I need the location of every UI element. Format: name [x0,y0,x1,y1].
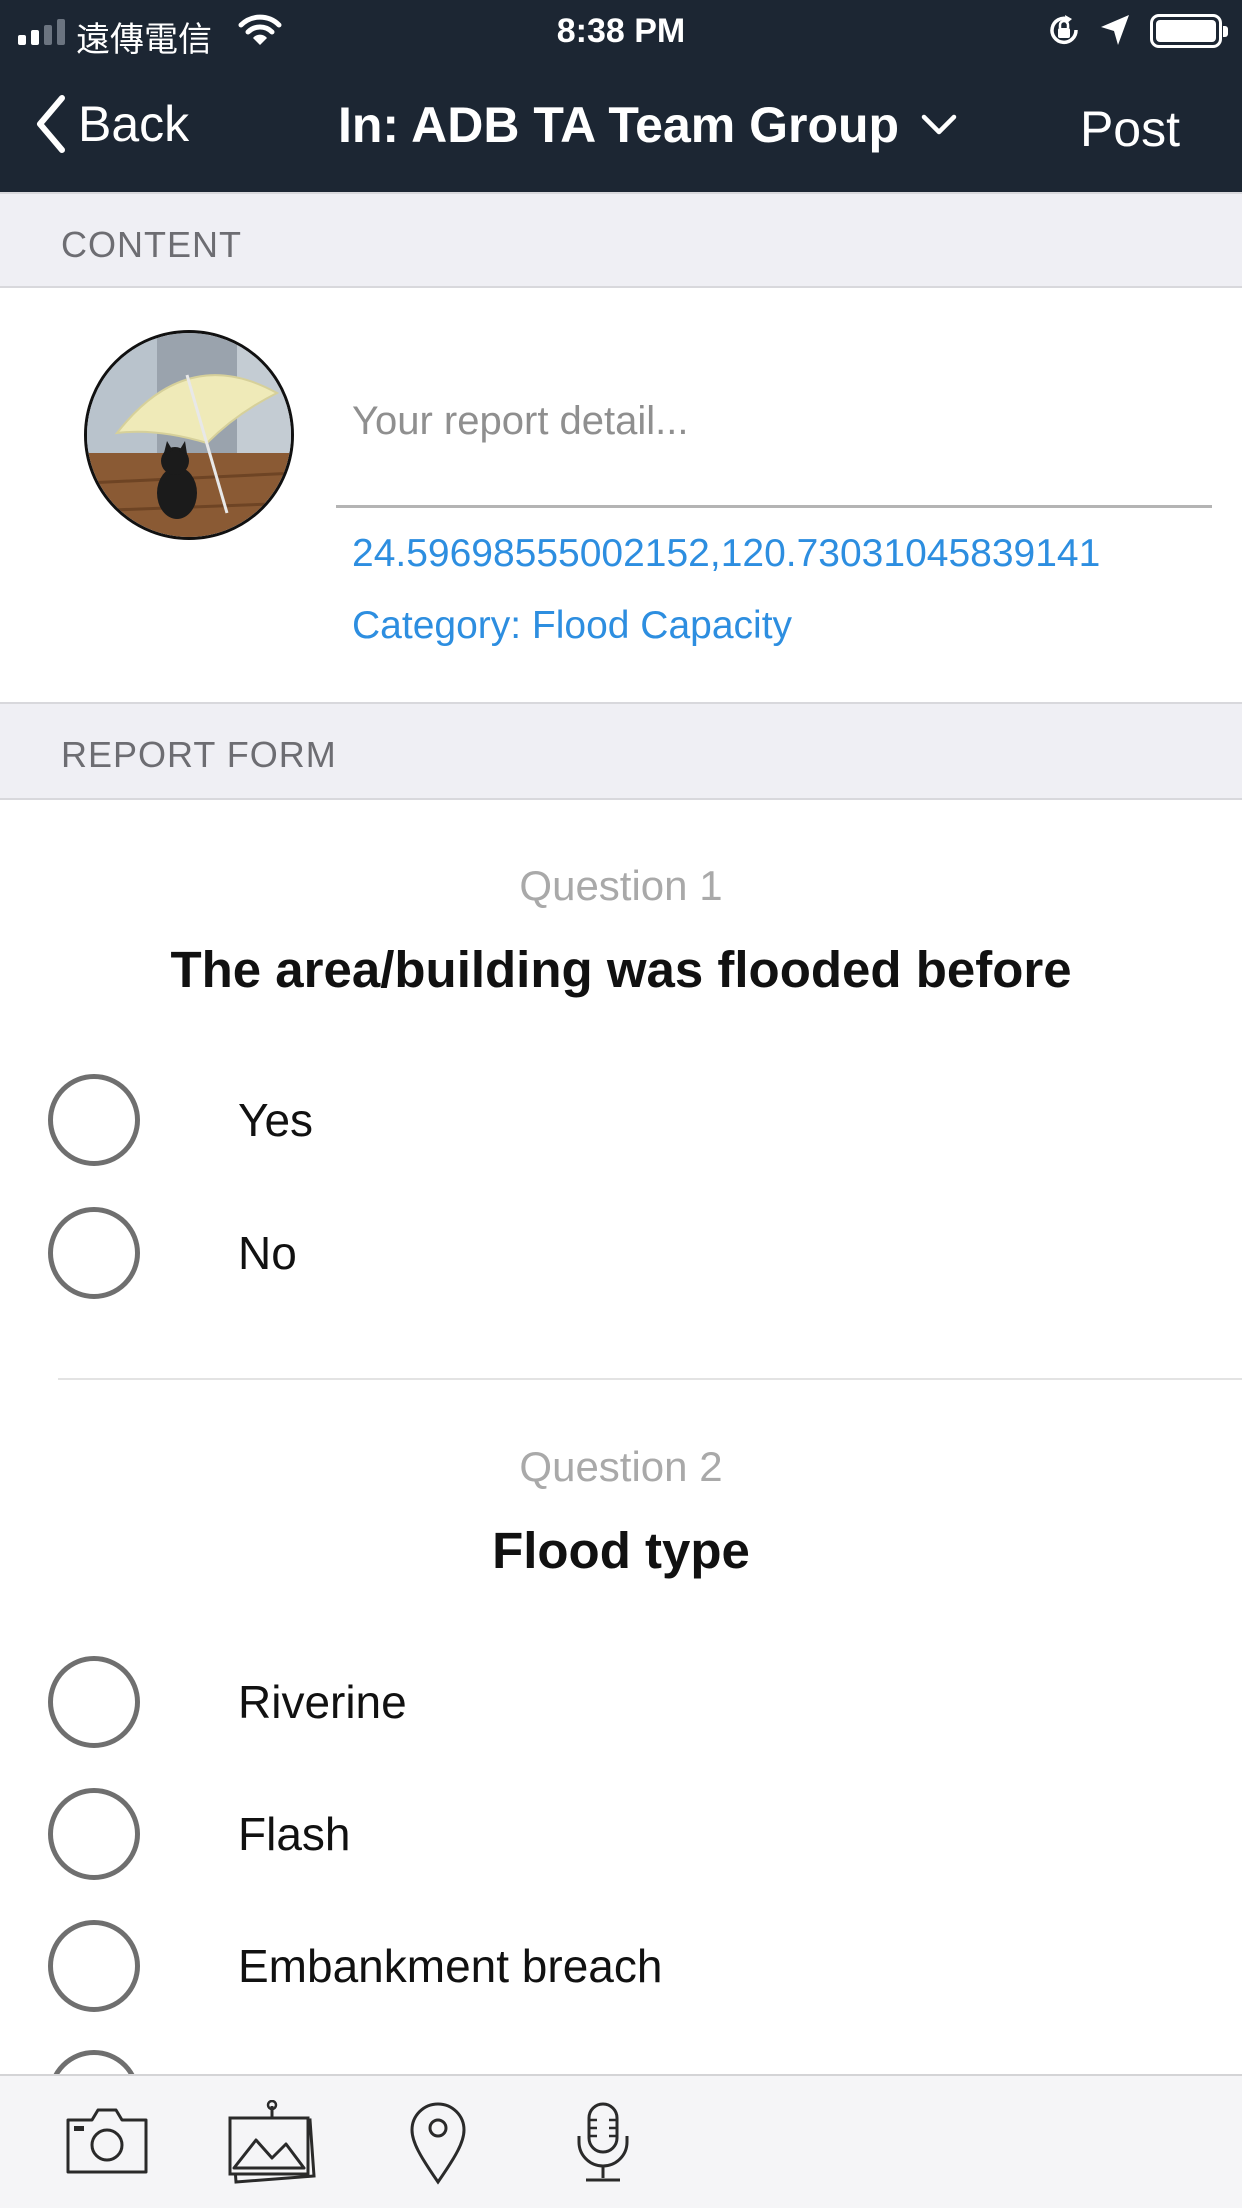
bottom-toolbar [0,2074,1242,2208]
content-section-header: CONTENT [0,192,1242,288]
radio-option-riverine[interactable]: Riverine [48,1654,1198,1750]
radio-button[interactable] [48,1656,140,1748]
report-detail-input[interactable] [336,330,1212,508]
option-label: Yes [238,1094,314,1146]
camera-icon[interactable] [64,2100,150,2180]
radio-button[interactable] [48,1788,140,1880]
radio-option-flash[interactable]: Flash [48,1786,1198,1882]
location-services-icon [1101,15,1129,45]
microphone-icon[interactable] [572,2100,634,2188]
group-selector[interactable]: In: ADB TA Team Group [338,96,957,154]
location-coordinates-link[interactable]: 24.59698555002152,120.73031045839141 [352,532,1100,576]
question-divider [58,1378,1242,1380]
radio-option-yes[interactable]: Yes [48,1072,1198,1168]
avatar[interactable] [84,330,294,540]
radio-button[interactable] [48,1074,140,1166]
radio-option-embankment-breach[interactable]: Embankment breach [48,1918,1198,2014]
report-form-header-label: REPORT FORM [61,734,337,775]
option-label: No [238,1227,297,1279]
chevron-down-icon [921,114,957,135]
option-label: Riverine [238,1676,407,1728]
radio-button[interactable] [48,1207,140,1299]
radio-option-no[interactable]: No [48,1205,1198,1301]
option-label: Flash [238,1808,351,1860]
back-button[interactable]: Back [34,94,189,154]
post-button[interactable]: Post [1080,100,1180,158]
gallery-icon[interactable] [226,2100,320,2184]
navigation-bar: Back In: ADB TA Team Group Post [0,62,1242,192]
rotation-lock-icon [1050,15,1078,45]
category-link[interactable]: Category: Flood Capacity [352,604,792,648]
radio-button[interactable] [48,1920,140,2012]
content-header-label: CONTENT [61,224,242,265]
location-pin-icon[interactable] [408,2100,468,2186]
question-2-title: Flood type [492,1522,750,1579]
status-bar: 遠傳電信 8:38 PM [0,0,1242,62]
report-photo-thumbnail [87,333,291,537]
top-bar: 遠傳電信 8:38 PM Back In: ADB TA Team Group … [0,0,1242,192]
screen: 遠傳電信 8:38 PM Back In: ADB TA Team Group … [0,0,1242,2208]
back-label: Back [78,96,190,152]
nav-title: In: ADB TA Team Group [338,97,900,153]
question-1-number: Question 1 [519,862,723,909]
chevron-left-icon [37,95,65,153]
question-1-title: The area/building was flooded before [170,941,1072,998]
option-label: Embankment breach [238,1940,663,1992]
report-form-section-header: REPORT FORM [0,702,1242,800]
battery-icon [1150,14,1228,48]
question-2-number: Question 2 [519,1443,723,1490]
